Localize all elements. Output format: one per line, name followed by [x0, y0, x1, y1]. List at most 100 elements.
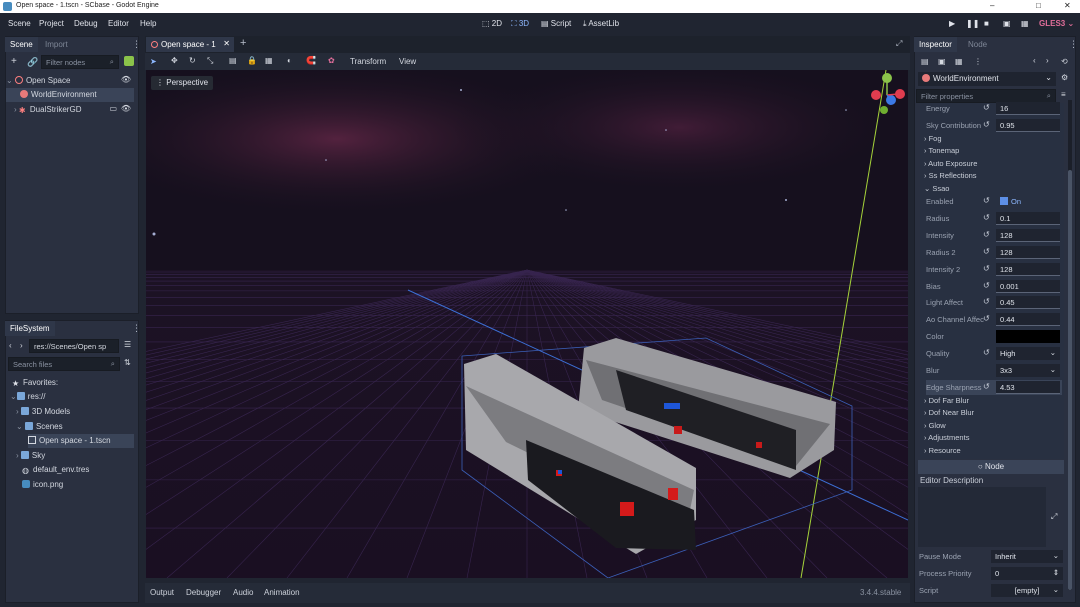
prop-light-affect[interactable]: Light Affect ↺ 0.45: [926, 295, 1062, 310]
process-priority-field[interactable]: 0 ⇕: [991, 567, 1063, 580]
color-picker[interactable]: [996, 330, 1060, 343]
group-icon[interactable]: ▦: [265, 56, 273, 65]
snap-icon[interactable]: 🧲: [306, 56, 316, 65]
menu-dots-icon[interactable]: ⋮: [974, 57, 982, 66]
perspective-menu[interactable]: ⋮ Perspective: [151, 76, 214, 90]
ao-channel-field[interactable]: 0.44: [996, 313, 1060, 326]
section-adjustments[interactable]: › Adjustments: [924, 433, 969, 442]
save-resource-icon[interactable]: ▦: [955, 57, 963, 66]
scene-tab[interactable]: Open space - 1 ✕: [146, 37, 234, 52]
prop-edge-sharpness[interactable]: Edge Sharpness ↺ 4.53: [926, 380, 1062, 395]
rotate-tool-icon[interactable]: ↻: [189, 56, 196, 65]
forward-arrow-icon[interactable]: ›: [20, 341, 23, 350]
section-auto-exposure[interactable]: › Auto Exposure: [924, 159, 977, 168]
object-settings-icon[interactable]: ⚙: [1061, 73, 1068, 82]
bias-field[interactable]: 0.001: [996, 280, 1060, 293]
play-scene-button[interactable]: ▣: [1003, 19, 1011, 28]
fs-favorites[interactable]: ★ Favorites:: [12, 376, 140, 390]
back-arrow-icon[interactable]: ‹: [9, 341, 12, 350]
tab-inspector[interactable]: Inspector: [914, 37, 957, 52]
section-resource[interactable]: › Resource: [924, 446, 961, 455]
prop-ssao-enabled[interactable]: Enabled ↺ On: [926, 194, 1062, 209]
radius-2-field[interactable]: 128: [996, 246, 1060, 259]
radius-field[interactable]: 0.1: [996, 212, 1060, 225]
sort-icon[interactable]: ⇅: [124, 358, 131, 367]
new-resource-icon[interactable]: ▤: [921, 57, 929, 66]
script-resource-picker[interactable]: [empty] ⌄: [991, 584, 1063, 597]
quality-select[interactable]: High ⌄: [996, 347, 1060, 360]
renderer-select[interactable]: GLES3 ⌄: [1039, 19, 1074, 28]
link-icon[interactable]: 🔗: [27, 57, 38, 68]
edge-sharpness-field[interactable]: 4.53: [996, 381, 1060, 394]
3d-viewport[interactable]: ⋮ Perspective: [146, 70, 908, 578]
prop-sky-contribution[interactable]: Sky Contribution ↺ 0.95: [926, 118, 1062, 133]
minimize-button[interactable]: –: [990, 1, 994, 10]
fs-open-space-scene[interactable]: Open space - 1.tscn: [28, 434, 134, 448]
tab-scene[interactable]: Scene: [5, 37, 38, 52]
prop-intensity[interactable]: Intensity ↺ 128: [926, 228, 1062, 243]
history-icon[interactable]: ⟲: [1061, 57, 1068, 66]
intensity-field[interactable]: 128: [996, 229, 1060, 242]
editor-description-textarea[interactable]: [918, 487, 1046, 547]
section-dof-near-blur[interactable]: › Dof Near Blur: [924, 408, 974, 417]
fs-default-env[interactable]: ◍ default_env.tres: [22, 463, 150, 477]
lock-icon[interactable]: 🔒: [247, 56, 257, 65]
menu-scene[interactable]: Scene: [8, 19, 31, 28]
open-resource-icon[interactable]: ▣: [938, 57, 946, 66]
pause-button[interactable]: ❚❚: [966, 19, 979, 28]
history-back-icon[interactable]: ‹: [1033, 56, 1036, 65]
visibility-eye-icon[interactable]: 👁: [121, 104, 131, 113]
prop-ao-channel-affect[interactable]: Ao Channel Affect ↺ 0.44: [926, 312, 1062, 327]
close-tab-icon[interactable]: ✕: [223, 39, 230, 48]
section-glow[interactable]: › Glow: [924, 421, 946, 430]
add-tab-icon[interactable]: +: [240, 37, 246, 49]
stop-button[interactable]: ■: [984, 19, 989, 28]
object-selector[interactable]: WorldEnvironment ⌄: [918, 72, 1056, 86]
tab-filesystem[interactable]: FileSystem: [5, 321, 55, 336]
script-attach-icon[interactable]: [124, 56, 134, 66]
maximize-button[interactable]: □: [1036, 1, 1041, 10]
tab-node[interactable]: Node: [963, 37, 992, 52]
filter-menu-icon[interactable]: ≡: [1061, 90, 1066, 99]
tree-item-dualstriker[interactable]: › ✱ DualStrikerGD ▭ 👁: [6, 103, 134, 117]
dock-menu-icon[interactable]: ⋮: [132, 323, 141, 334]
prop-bias[interactable]: Bias ↺ 0.001: [926, 279, 1062, 294]
section-ss-reflections[interactable]: › Ss Reflections: [924, 171, 977, 180]
path-field[interactable]: res://Scenes/Open sp: [29, 339, 119, 353]
intensity-2-field[interactable]: 128: [996, 263, 1060, 276]
section-ssao[interactable]: ⌄ Ssao: [924, 184, 949, 193]
expand-icon[interactable]: ⤢: [1051, 512, 1057, 522]
play-button[interactable]: ▶: [949, 19, 955, 28]
tab-debugger[interactable]: Debugger: [186, 588, 221, 597]
fs-sky[interactable]: › Sky: [16, 449, 144, 463]
select-tool-icon[interactable]: ➤: [150, 57, 157, 66]
fs-3d-models[interactable]: › 3D Models: [16, 405, 144, 419]
section-fog[interactable]: › Fog: [924, 134, 942, 143]
transform-menu[interactable]: Transform: [350, 57, 386, 66]
menu-project[interactable]: Project: [39, 19, 64, 28]
section-tonemap[interactable]: › Tonemap: [924, 146, 959, 155]
preview-camera-icon[interactable]: ✿: [328, 56, 335, 65]
scene-instance-icon[interactable]: ▭: [109, 104, 117, 113]
visibility-eye-icon[interactable]: 👁: [121, 75, 131, 84]
fs-res-root[interactable]: ⌄ res://: [10, 390, 138, 404]
history-forward-icon[interactable]: ›: [1046, 56, 1049, 65]
menu-debug[interactable]: Debug: [74, 19, 98, 28]
prop-energy[interactable]: Energy ↺ 16: [926, 101, 1062, 116]
fs-icon-png[interactable]: icon.png: [22, 478, 150, 492]
workspace-assetlib[interactable]: ⤓ AssetLib: [583, 19, 619, 29]
prop-radius-2[interactable]: Radius 2 ↺ 128: [926, 245, 1062, 260]
menu-editor[interactable]: Editor: [108, 19, 129, 28]
workspace-3d[interactable]: ⛶ 3D: [511, 19, 529, 29]
prop-quality[interactable]: Quality ↺ High ⌄: [926, 346, 1062, 361]
tab-import[interactable]: Import: [40, 37, 73, 52]
split-view-icon[interactable]: ☰: [124, 340, 131, 349]
workspace-2d[interactable]: ⬚ 2D: [482, 19, 502, 28]
local-space-icon[interactable]: ◐: [287, 56, 292, 65]
inspector-scrollbar[interactable]: [1068, 100, 1072, 590]
light-affect-field[interactable]: 0.45: [996, 296, 1060, 309]
enabled-checkbox[interactable]: On: [996, 195, 1060, 208]
menu-help[interactable]: Help: [140, 19, 156, 28]
tab-output[interactable]: Output: [150, 588, 174, 597]
scale-tool-icon[interactable]: ⤡: [207, 56, 213, 66]
